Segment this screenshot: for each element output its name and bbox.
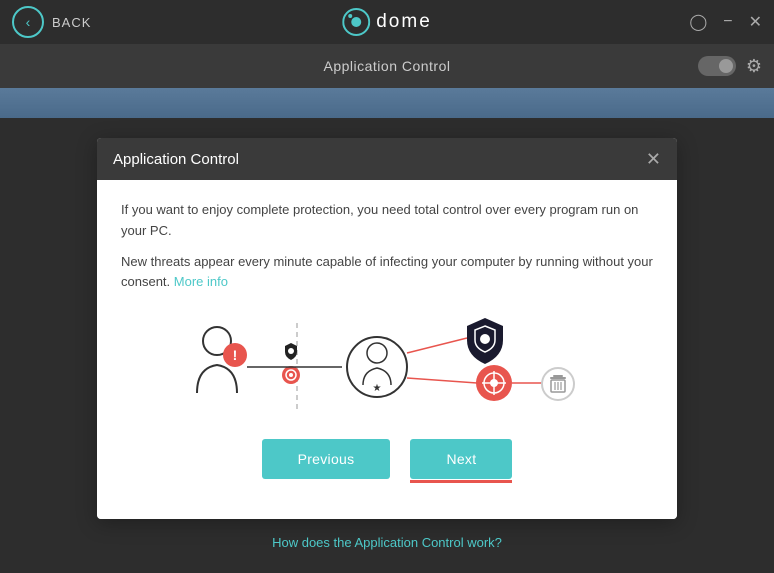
- background-area: [0, 88, 774, 118]
- sub-header: Application Control ⚙: [0, 44, 774, 88]
- modal-body: If you want to enjoy complete protection…: [97, 180, 677, 519]
- logo-text: dome: [376, 11, 432, 33]
- modal-title: Application Control: [113, 151, 239, 168]
- app-logo: dome: [342, 8, 432, 36]
- window-controls: ◯ − ✕: [689, 12, 762, 32]
- back-button[interactable]: ‹: [12, 6, 44, 38]
- diagram-area: !: [121, 303, 653, 423]
- gear-icon[interactable]: ⚙: [746, 56, 762, 77]
- minimize-button[interactable]: −: [723, 13, 732, 31]
- sub-header-title: Application Control: [323, 58, 450, 74]
- modal-dialog: Application Control ✕ If you want to enj…: [97, 138, 677, 519]
- modal-close-button[interactable]: ✕: [646, 150, 661, 168]
- modal-paragraph-2: New threats appear every minute capable …: [121, 252, 653, 294]
- modal-paragraph-1: If you want to enjoy complete protection…: [121, 200, 653, 242]
- svg-text:!: !: [233, 347, 238, 363]
- sub-header-controls: ⚙: [698, 56, 762, 77]
- logo-icon: [342, 8, 370, 36]
- window-close-button[interactable]: ✕: [749, 12, 762, 32]
- svg-text:★: ★: [373, 383, 382, 394]
- more-info-link[interactable]: More info: [174, 274, 228, 289]
- previous-button[interactable]: Previous: [262, 439, 391, 479]
- back-label: BACK: [52, 15, 91, 30]
- modal-header: Application Control ✕: [97, 138, 677, 180]
- next-button[interactable]: Next: [410, 439, 512, 479]
- title-bar: ‹ BACK dome ◯ − ✕: [0, 0, 774, 44]
- toggle-switch[interactable]: [698, 56, 736, 76]
- diagram-svg: !: [167, 313, 607, 423]
- modal-buttons: Previous Next: [121, 423, 653, 499]
- how-it-works-link[interactable]: How does the Application Control work?: [272, 535, 502, 550]
- user-icon[interactable]: ◯: [689, 12, 707, 32]
- main-content: Application Control ✕ If you want to enj…: [0, 118, 774, 570]
